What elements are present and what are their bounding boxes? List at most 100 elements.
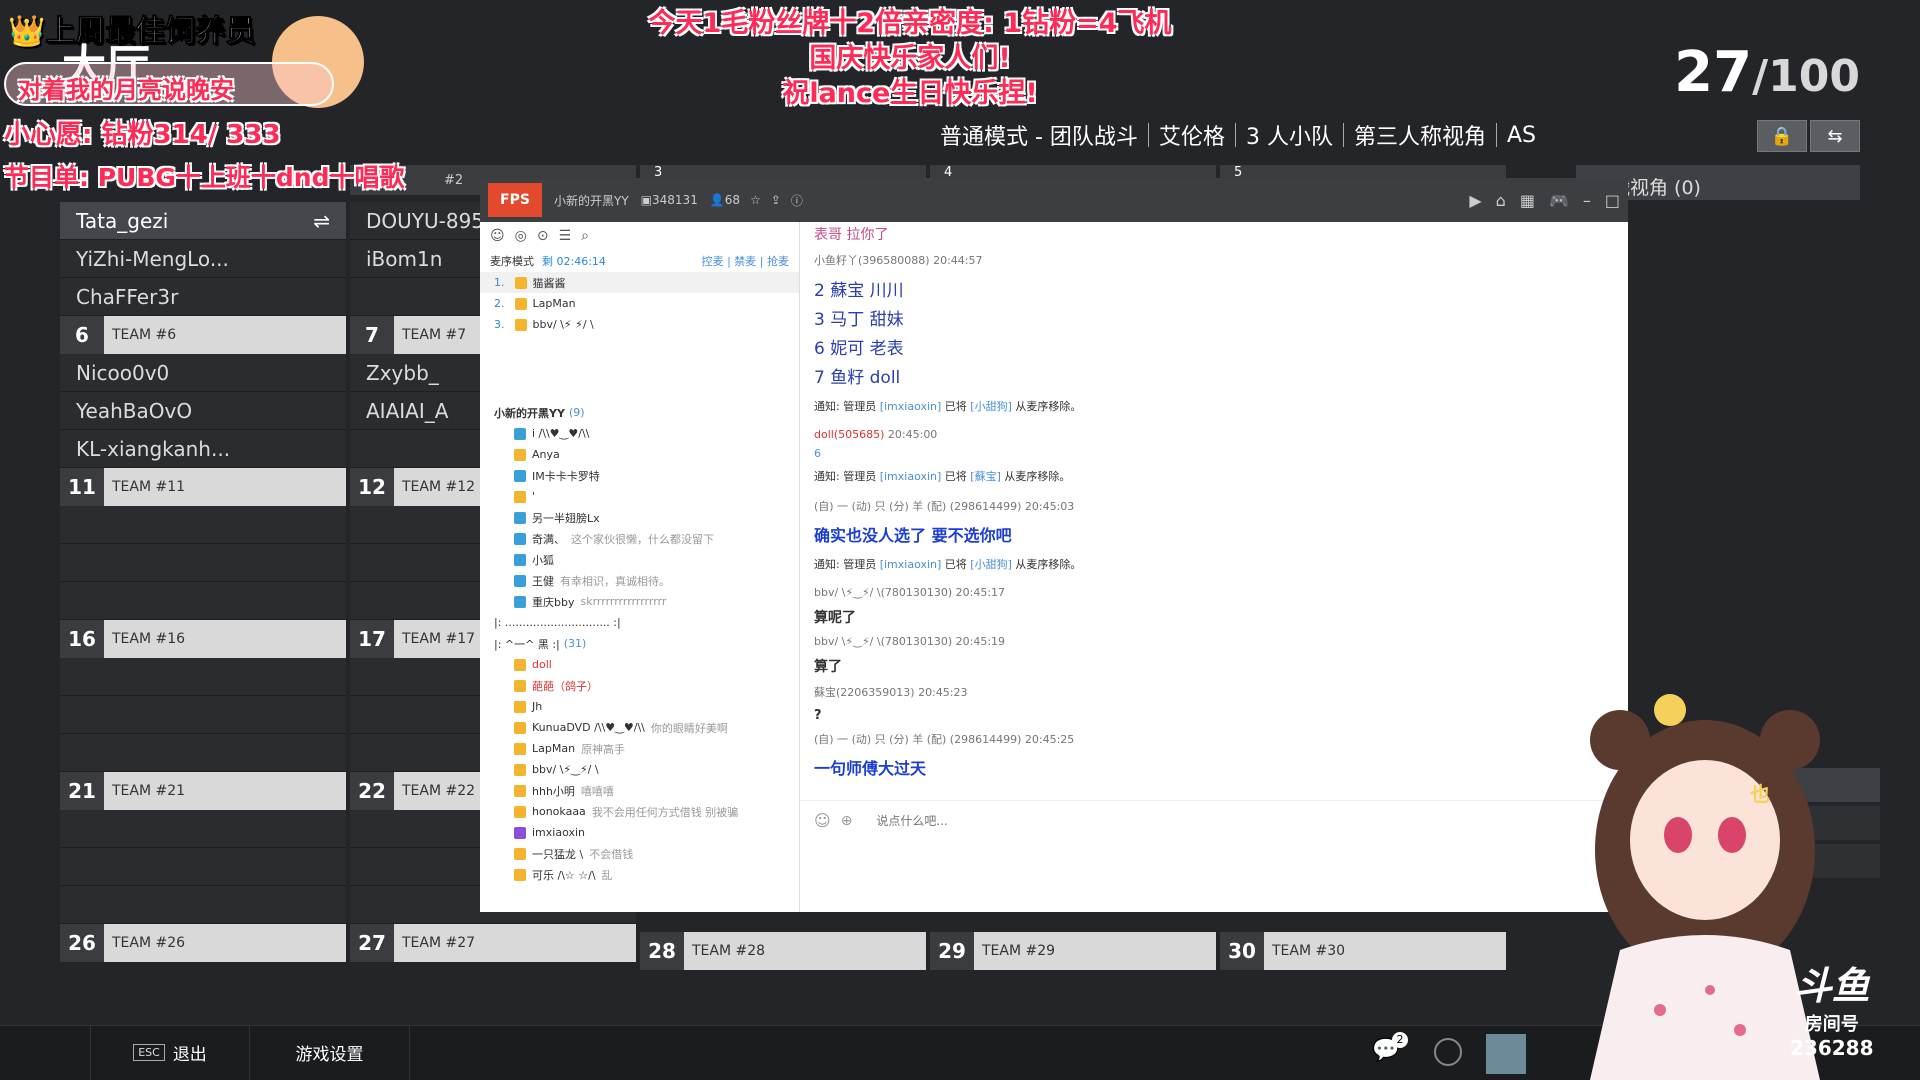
queue-actions: 控麦 | 禁麦 | 抢麦 (701, 255, 789, 268)
message-text: 确实也没人选了 要不选你吧 (814, 526, 1012, 545)
member-row[interactable]: doll (480, 654, 800, 675)
maximize-icon[interactable]: □ (1605, 191, 1620, 210)
empty-slot[interactable] (60, 848, 346, 886)
member-row[interactable]: Anya (480, 444, 800, 465)
team-name: TEAM #7 (402, 327, 467, 343)
message-line: 3 马丁 甜妹 (814, 310, 904, 330)
empty-slot[interactable] (60, 734, 346, 772)
team-number: 11 (60, 468, 104, 506)
empty-slot[interactable] (60, 810, 346, 848)
chat-badge: 2 (1392, 1032, 1408, 1048)
swap-button[interactable]: ⇆ (1810, 120, 1860, 152)
chat-icon[interactable]: ◎ (515, 228, 527, 244)
team-header[interactable]: 16 TEAM #16 (60, 620, 346, 658)
chat-titlebar: FPS 小新的开黑YY ▣ 348131 👤 68 ☆ ⇪ ⓘ ▶ ⌂ ▦ 🎮 … (480, 178, 1628, 222)
room-label: 房间号 (1804, 1014, 1859, 1035)
ban-mic-link[interactable]: 禁麦 (734, 255, 756, 268)
list-icon[interactable]: ☰ (559, 228, 572, 244)
team-header[interactable]: 30 TEAM #30 (1220, 932, 1506, 970)
friends-icon[interactable] (1434, 1038, 1462, 1066)
queue-item[interactable]: 3. bbv/ \⚡ ⚡/ \ (480, 314, 799, 335)
region-label: AS (1506, 122, 1536, 148)
team-number: 16 (60, 620, 104, 658)
member-row[interactable]: LapMan 原神高手 (480, 738, 800, 759)
mode-label: 普通模式 - 团队战斗 (940, 125, 1138, 150)
member-row[interactable]: 可乐 /\☆ ☆/\ 乱 (480, 864, 800, 885)
app-logo: FPS (488, 183, 542, 217)
channel-divider[interactable]: |: .............................. :| (480, 612, 800, 633)
empty-slot[interactable] (60, 506, 346, 544)
message-input[interactable] (876, 813, 1377, 828)
queue-item[interactable]: 1. 猫酱酱 (480, 272, 799, 293)
message-meta: (自) 一 (动) 只 (分) 羊 (配) (298614499) 20:45:… (814, 733, 1075, 746)
translate-icon[interactable]: ⊕ (841, 813, 853, 829)
location-icon[interactable]: ⊙ (537, 228, 549, 244)
member-row[interactable]: ' (480, 486, 800, 507)
member-row[interactable]: 一只猛龙 \ 不会借钱 (480, 843, 800, 864)
control-mic-link[interactable]: 控麦 (702, 255, 724, 268)
team-header[interactable]: 21 TEAM #21 (60, 772, 346, 810)
empty-slot[interactable] (60, 544, 346, 582)
member-row[interactable]: 王健 有幸相识，真诚相待。 (480, 570, 800, 591)
player-slot[interactable]: YiZhi-MengLo... (60, 240, 346, 278)
team-name: TEAM #6 (112, 327, 177, 343)
exit-button[interactable]: ESC 退出 (90, 1025, 250, 1080)
team-name: TEAM #29 (982, 943, 1056, 959)
crown-icon: 👑 (7, 14, 46, 50)
member-row[interactable]: hhh小明 嘻嘻嘻 (480, 780, 800, 801)
share-icon[interactable]: ⇪ (771, 193, 781, 207)
team-header[interactable]: 28 TEAM #28 (640, 932, 926, 970)
queue-mode[interactable]: 麦序模式 (490, 253, 534, 269)
empty-slot[interactable] (60, 696, 346, 734)
member-row[interactable]: honokaaa 我不会用任何方式借钱 别被骗 (480, 801, 800, 822)
member-row[interactable]: 奇满、 这个家伙很懒，什么都没留下 (480, 528, 800, 549)
grid-icon[interactable]: ▦ (1520, 191, 1535, 210)
member-row[interactable]: 小狐 (480, 549, 800, 570)
member-row[interactable]: imxiaoxin (480, 822, 800, 843)
star-icon[interactable]: ☆ (750, 193, 761, 207)
empty-slot[interactable] (60, 658, 346, 696)
team-header[interactable]: 29 TEAM #29 (930, 932, 1216, 970)
channel-group[interactable]: 小新的开黑YY (9) (480, 402, 800, 423)
avatar[interactable] (1486, 1034, 1526, 1074)
member-row[interactable]: KunuaDVD /\\♥‿♥/\\ 你的眼睛好美啊 (480, 717, 800, 738)
player-slot[interactable]: KL-xiangkanh... (60, 430, 346, 468)
lock-button[interactable]: 🔒 (1757, 120, 1807, 152)
empty-slot[interactable] (60, 582, 346, 620)
player-slot[interactable]: YeahBaOvO (60, 392, 346, 430)
team-header[interactable]: 27 TEAM #27 (350, 924, 636, 962)
chat-button[interactable]: 💬 2 (1372, 1032, 1408, 1066)
grab-mic-link[interactable]: 抢麦 (767, 255, 789, 268)
team-header[interactable]: 11 TEAM #11 (60, 468, 346, 506)
player-slot[interactable]: Nicoo0v0 (60, 354, 346, 392)
player-slot-selected[interactable]: Tata_gezi ⇌ (60, 202, 346, 240)
video-icon[interactable]: ▶ (1469, 191, 1481, 210)
member-row[interactable]: 重庆bby skrrrrrrrrrrrrrrrrr (480, 591, 800, 612)
gamepad-icon[interactable]: 🎮 (1549, 191, 1569, 210)
team-header[interactable]: 26 TEAM #26 (60, 924, 346, 962)
member-row[interactable]: IM卡卡卡罗特 (480, 465, 800, 486)
home-icon[interactable]: ⌂ (1496, 191, 1506, 210)
member-row[interactable]: 另一半翅膀Lx (480, 507, 800, 528)
info-icon[interactable]: ⓘ (791, 192, 803, 209)
member-row[interactable]: 葩葩（鸽子） (480, 675, 800, 696)
queue-item[interactable]: 2. LapMan (480, 293, 799, 314)
user-icon[interactable]: ☺ (490, 228, 505, 244)
team-name: TEAM #21 (112, 783, 186, 799)
message-text: ? (814, 708, 822, 723)
message-text: 6 (814, 447, 821, 460)
member-row[interactable]: bbv/ \⚡‿⚡/ \ (480, 759, 800, 780)
minimize-icon[interactable]: – (1583, 191, 1591, 210)
game-settings-button[interactable]: 游戏设置 (250, 1025, 410, 1080)
subchannel[interactable]: |: ^一^ 黑 :| (31) (480, 633, 800, 654)
member-row[interactable]: i /\\♥‿♥/\\ (480, 423, 800, 444)
empty-slot[interactable] (60, 886, 346, 924)
swap-icon[interactable]: ⇌ (313, 209, 330, 233)
message-text: 算了 (814, 659, 842, 675)
search-icon[interactable]: ⌕ (581, 228, 589, 244)
player-slot[interactable]: ChaFFer3r (60, 278, 346, 316)
emoji-icon[interactable]: ☺ (814, 811, 831, 830)
exit-label: 退出 (172, 1045, 207, 1065)
team-header[interactable]: 6 TEAM #6 (60, 316, 346, 354)
member-row[interactable]: Jh (480, 696, 800, 717)
